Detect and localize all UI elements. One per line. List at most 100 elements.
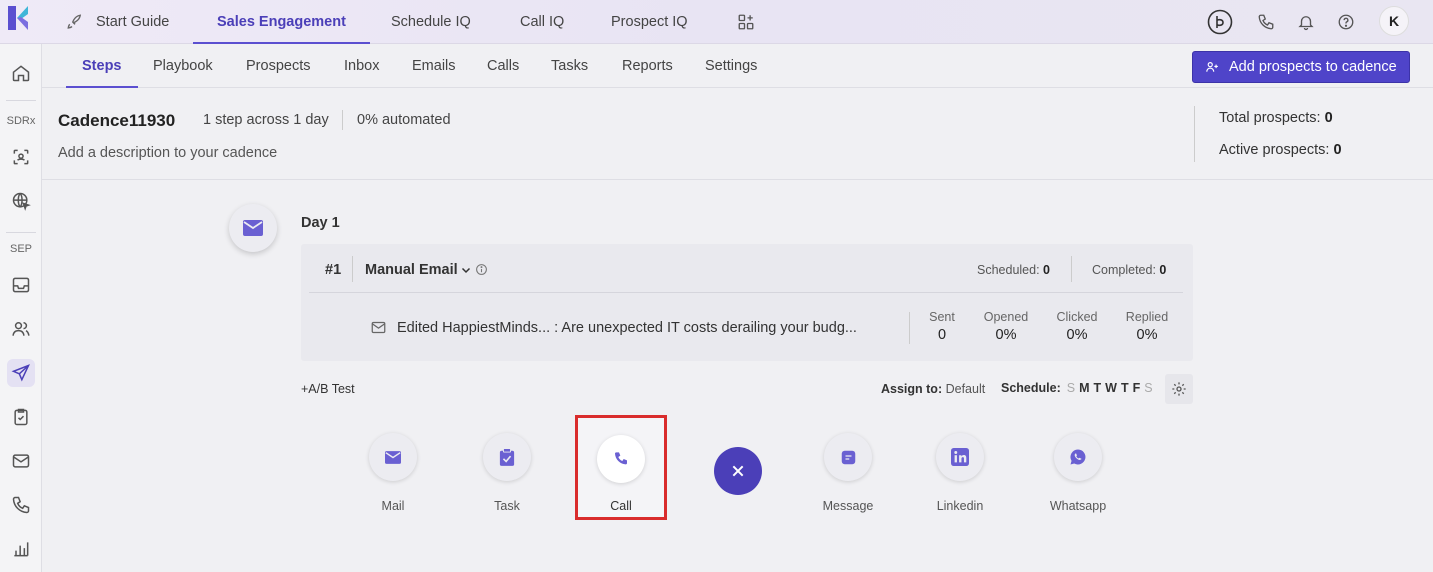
- app-logo-icon[interactable]: [6, 5, 30, 31]
- clipboard-check-icon[interactable]: [7, 403, 35, 431]
- top-navigation-bar: Start Guide Sales Engagement Schedule IQ…: [0, 0, 1433, 44]
- users-icon[interactable]: [7, 315, 35, 343]
- completed-label: Completed:: [1092, 263, 1156, 277]
- step-card[interactable]: #1 Manual Email Scheduled: 0 Completed: …: [301, 244, 1193, 361]
- assign-value: Default: [945, 382, 986, 396]
- phone-icon[interactable]: [7, 491, 35, 519]
- add-step-message[interactable]: Message: [808, 433, 888, 513]
- bar-chart-icon[interactable]: [7, 535, 35, 563]
- schedule-day-wed[interactable]: W: [1105, 381, 1117, 395]
- bell-icon[interactable]: [1292, 8, 1320, 36]
- schedule-day-tue[interactable]: T: [1094, 381, 1102, 395]
- add-step-mail[interactable]: Mail: [353, 433, 433, 513]
- topnav-prospect-iq[interactable]: Prospect IQ: [611, 0, 688, 44]
- topnav-schedule-iq[interactable]: Schedule IQ: [391, 0, 471, 44]
- step-divider: [352, 256, 353, 282]
- scheduled-label: Scheduled:: [977, 263, 1040, 277]
- add-prospects-button[interactable]: Add prospects to cadence: [1192, 51, 1410, 83]
- add-step-linkedin[interactable]: Linkedin: [920, 433, 1000, 513]
- picker-label: Message: [822, 499, 874, 513]
- add-prospects-label: Add prospects to cadence: [1229, 59, 1397, 75]
- tab-steps[interactable]: Steps: [66, 44, 137, 88]
- linkedin-icon: [936, 433, 984, 481]
- cadence-steps-summary: 1 step across 1 day: [203, 112, 329, 128]
- schedule-day-sun[interactable]: S: [1067, 381, 1075, 395]
- dialer-logo-icon[interactable]: [1206, 8, 1234, 36]
- scheduled-count: Scheduled: 0: [977, 263, 1050, 277]
- active-prospects: Active prospects: 0: [1219, 142, 1342, 158]
- mail-icon: [369, 433, 417, 481]
- active-prospects-label: Active prospects:: [1219, 142, 1330, 158]
- tab-reports[interactable]: Reports: [622, 44, 673, 88]
- close-picker-button[interactable]: [714, 447, 762, 495]
- picker-label: Linkedin: [936, 499, 984, 513]
- tab-prospects[interactable]: Prospects: [246, 44, 310, 88]
- phone-icon: [597, 435, 645, 483]
- tab-playbook[interactable]: Playbook: [153, 44, 213, 88]
- ab-test-link[interactable]: +A/B Test: [301, 382, 355, 396]
- add-step-call[interactable]: Call: [575, 415, 667, 520]
- schedule-day-sat[interactable]: S: [1144, 381, 1152, 395]
- topnav-start-guide[interactable]: Start Guide: [66, 0, 169, 44]
- tab-inbox[interactable]: Inbox: [344, 44, 379, 88]
- info-icon[interactable]: [475, 263, 488, 276]
- add-step-whatsapp[interactable]: Whatsapp: [1038, 433, 1118, 513]
- cadence-name[interactable]: Cadence11930: [58, 111, 175, 131]
- sidebar-section-sep: SEP: [9, 243, 32, 255]
- inbox-icon[interactable]: [7, 271, 35, 299]
- schedule-day-thu[interactable]: T: [1121, 381, 1129, 395]
- assign-label: Assign to:: [881, 382, 943, 396]
- assign-to[interactable]: Assign to: Default: [881, 382, 985, 396]
- add-step-task[interactable]: Task: [467, 433, 547, 513]
- rocket-icon: [66, 13, 84, 31]
- gear-icon: [1171, 381, 1187, 397]
- tab-calls[interactable]: Calls: [487, 44, 519, 88]
- total-prospects-label: Total prospects:: [1219, 110, 1321, 126]
- mail-icon[interactable]: [7, 447, 35, 475]
- day-mail-icon: [229, 204, 277, 252]
- meta-divider: [342, 110, 343, 130]
- send-cadence-icon[interactable]: [7, 359, 35, 387]
- left-sidebar: SDRx SEP: [0, 44, 42, 572]
- scan-face-icon[interactable]: [7, 143, 35, 171]
- step-settings-button[interactable]: [1165, 374, 1193, 404]
- topnav-label: Prospect IQ: [611, 14, 688, 30]
- metric-value: 0%: [995, 327, 1017, 343]
- cadence-automation: 0% automated: [357, 112, 451, 128]
- topnav-call-iq[interactable]: Call IQ: [520, 0, 564, 44]
- total-prospects-value: 0: [1324, 110, 1333, 126]
- whatsapp-icon: [1054, 433, 1102, 481]
- message-icon: [824, 433, 872, 481]
- picker-label: Call: [610, 499, 632, 513]
- help-icon[interactable]: [1332, 8, 1360, 36]
- metric-opened: Opened 0%: [976, 310, 1036, 343]
- metric-label: Opened: [983, 310, 1029, 324]
- topnav-label: Schedule IQ: [391, 14, 471, 30]
- schedule-day-fri[interactable]: F: [1133, 381, 1141, 395]
- home-icon[interactable]: [7, 59, 35, 87]
- active-prospects-value: 0: [1333, 142, 1342, 158]
- apps-grid-icon[interactable]: [732, 8, 760, 36]
- tab-tasks[interactable]: Tasks: [551, 44, 588, 88]
- scheduled-value: 0: [1043, 263, 1050, 277]
- chevron-down-icon: [460, 264, 472, 276]
- email-subject[interactable]: Edited HappiestMinds... : Are unexpected…: [397, 320, 857, 336]
- user-avatar[interactable]: K: [1379, 6, 1409, 36]
- metric-sent: Sent 0: [912, 310, 972, 343]
- completed-value: 0: [1159, 263, 1167, 277]
- day-label: Day 1: [301, 215, 340, 231]
- step-divider: [1071, 256, 1072, 282]
- step-type-dropdown[interactable]: Manual Email: [365, 262, 472, 278]
- tab-emails[interactable]: Emails: [412, 44, 456, 88]
- step-separator: [309, 292, 1183, 293]
- schedule-day-mon[interactable]: M: [1079, 381, 1089, 395]
- globe-cursor-icon[interactable]: [7, 187, 35, 215]
- topnav-sales-engagement[interactable]: Sales Engagement: [193, 0, 370, 44]
- step-number: #1: [325, 262, 342, 278]
- phone-icon[interactable]: [1252, 8, 1280, 36]
- schedule-days[interactable]: Schedule: S M T W T F S: [1001, 381, 1153, 395]
- schedule-label: Schedule:: [1001, 381, 1061, 395]
- cadence-description[interactable]: Add a description to your cadence: [58, 145, 277, 161]
- info-divider: [1194, 106, 1195, 162]
- tab-settings[interactable]: Settings: [705, 44, 757, 88]
